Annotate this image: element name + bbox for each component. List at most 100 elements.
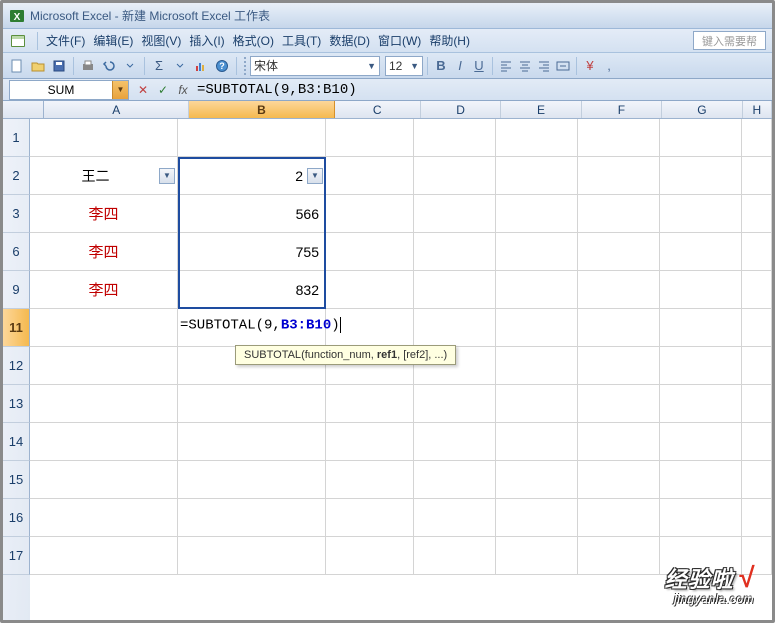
- cell[interactable]: [742, 233, 772, 271]
- cancel-formula-button[interactable]: ✕: [135, 83, 151, 97]
- cell[interactable]: [578, 499, 660, 537]
- row-header-active[interactable]: 11: [3, 309, 30, 347]
- menu-file[interactable]: 文件(F): [42, 30, 89, 51]
- cell-A6[interactable]: 李四: [30, 233, 178, 271]
- cell[interactable]: [326, 157, 414, 195]
- cell[interactable]: [742, 423, 772, 461]
- col-header-G[interactable]: G: [662, 101, 742, 118]
- col-header-F[interactable]: F: [582, 101, 662, 118]
- cell[interactable]: [496, 461, 578, 499]
- cell[interactable]: [326, 423, 414, 461]
- col-header-C[interactable]: C: [335, 101, 421, 118]
- cell[interactable]: [496, 385, 578, 423]
- cell[interactable]: [742, 347, 772, 385]
- cell[interactable]: [178, 461, 326, 499]
- cell[interactable]: [326, 271, 414, 309]
- cell-B9[interactable]: 832: [178, 271, 326, 309]
- cell[interactable]: [578, 157, 660, 195]
- cell[interactable]: [742, 157, 772, 195]
- cell[interactable]: [414, 423, 496, 461]
- formula-input[interactable]: =SUBTOTAL(9,B3:B10): [197, 82, 772, 98]
- cell[interactable]: [578, 309, 660, 347]
- cell[interactable]: [414, 233, 496, 271]
- cell[interactable]: [496, 195, 578, 233]
- cell[interactable]: [578, 195, 660, 233]
- filter-dropdown-icon[interactable]: ▼: [307, 168, 323, 184]
- new-button[interactable]: [7, 56, 27, 76]
- cell[interactable]: [496, 157, 578, 195]
- cell[interactable]: [496, 233, 578, 271]
- cell[interactable]: [326, 499, 414, 537]
- cell[interactable]: [30, 309, 178, 347]
- row-header[interactable]: 3: [3, 195, 30, 233]
- menu-window[interactable]: 窗口(W): [374, 30, 425, 51]
- col-header-A[interactable]: A: [44, 101, 189, 118]
- cell[interactable]: [326, 233, 414, 271]
- cell[interactable]: [326, 119, 414, 157]
- cell[interactable]: [414, 309, 496, 347]
- cell[interactable]: [326, 385, 414, 423]
- cell[interactable]: [178, 423, 326, 461]
- cell[interactable]: [742, 385, 772, 423]
- row-header[interactable]: 6: [3, 233, 30, 271]
- chevron-down-icon[interactable]: ▼: [112, 81, 128, 99]
- cell[interactable]: [660, 195, 742, 233]
- cell[interactable]: [30, 537, 178, 575]
- cell[interactable]: [578, 385, 660, 423]
- cell[interactable]: [178, 537, 326, 575]
- fx-button[interactable]: fx: [175, 83, 191, 97]
- col-header-H[interactable]: H: [743, 101, 772, 118]
- cell[interactable]: [660, 309, 742, 347]
- cell[interactable]: [660, 423, 742, 461]
- select-all-corner[interactable]: [3, 101, 44, 118]
- help-button[interactable]: ?: [212, 56, 232, 76]
- menu-tools[interactable]: 工具(T): [278, 30, 325, 51]
- cell-B6[interactable]: 755: [178, 233, 326, 271]
- cell[interactable]: [660, 119, 742, 157]
- col-header-B[interactable]: B: [189, 101, 334, 118]
- cell[interactable]: [30, 423, 178, 461]
- cell[interactable]: [660, 271, 742, 309]
- print-button[interactable]: [78, 56, 98, 76]
- cell[interactable]: [414, 537, 496, 575]
- cell-A2[interactable]: 王二▼: [30, 157, 178, 195]
- cell[interactable]: [30, 119, 178, 157]
- row-header[interactable]: 13: [3, 385, 30, 423]
- undo-button[interactable]: [99, 56, 119, 76]
- cell[interactable]: [414, 385, 496, 423]
- row-header[interactable]: 9: [3, 271, 30, 309]
- cell[interactable]: [496, 271, 578, 309]
- cell[interactable]: [30, 461, 178, 499]
- cell[interactable]: [30, 499, 178, 537]
- cell[interactable]: [496, 119, 578, 157]
- cell[interactable]: [496, 537, 578, 575]
- chart-button[interactable]: [191, 56, 211, 76]
- row-header[interactable]: 16: [3, 499, 30, 537]
- autosum-button[interactable]: Σ: [149, 56, 169, 76]
- dropdown-arrow-icon[interactable]: [170, 56, 190, 76]
- menu-help[interactable]: 帮助(H): [425, 30, 474, 51]
- cell[interactable]: [578, 347, 660, 385]
- cell[interactable]: [414, 119, 496, 157]
- row-header[interactable]: 12: [3, 347, 30, 385]
- cell-A9[interactable]: 李四: [30, 271, 178, 309]
- cell[interactable]: [578, 461, 660, 499]
- enter-formula-button[interactable]: ✓: [155, 83, 171, 97]
- comma-button[interactable]: ,: [600, 57, 618, 75]
- cell[interactable]: [414, 271, 496, 309]
- row-header[interactable]: 14: [3, 423, 30, 461]
- row-header[interactable]: 1: [3, 119, 30, 157]
- cell[interactable]: [742, 195, 772, 233]
- cell[interactable]: [496, 423, 578, 461]
- cell[interactable]: [326, 537, 414, 575]
- font-name-select[interactable]: 宋体 ▼: [250, 56, 380, 76]
- cell[interactable]: [742, 271, 772, 309]
- filter-dropdown-icon[interactable]: ▼: [159, 168, 175, 184]
- cell[interactable]: [578, 233, 660, 271]
- menu-edit[interactable]: 编辑(E): [89, 30, 137, 51]
- name-box[interactable]: SUM ▼: [9, 80, 129, 100]
- cell-A3[interactable]: 李四: [30, 195, 178, 233]
- help-search-input[interactable]: 键入需要帮: [693, 31, 766, 50]
- cell[interactable]: [660, 347, 742, 385]
- menu-view[interactable]: 视图(V): [137, 30, 185, 51]
